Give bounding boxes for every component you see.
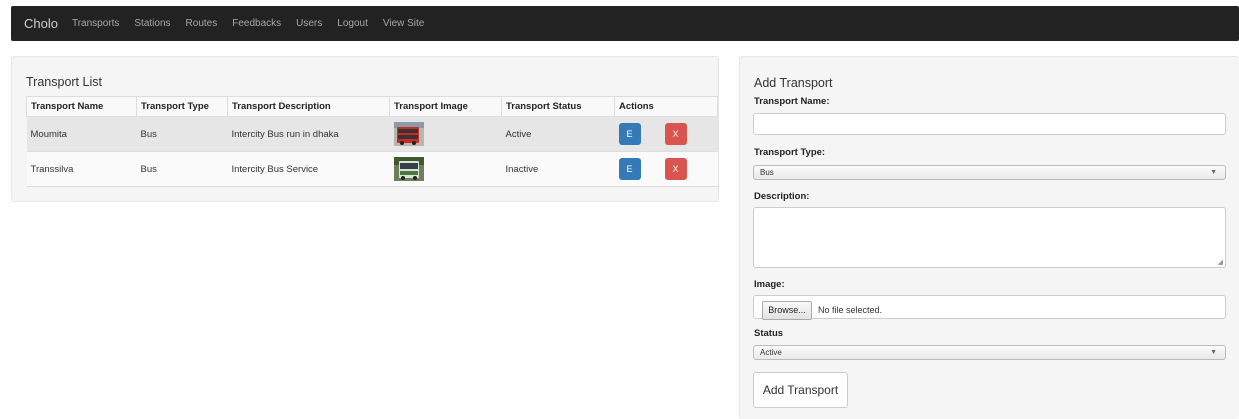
edit-button[interactable]: E bbox=[618, 158, 641, 180]
transport-table: Transport Name Transport Type Transport … bbox=[26, 96, 718, 187]
table-row: Transsilva Bus Intercity Bus Service Ina… bbox=[26, 151, 718, 187]
green-bus-photo-icon bbox=[393, 157, 424, 181]
add-transport-panel: Add Transport Transport Name: Transport … bbox=[739, 56, 1239, 419]
nav-logout[interactable]: Logout bbox=[337, 18, 368, 29]
top-navbar: Cholo Transports Stations Routes Feedbac… bbox=[11, 6, 1239, 41]
transport-list-title: Transport List bbox=[26, 75, 102, 89]
col-actions: Actions bbox=[614, 96, 718, 117]
nav-routes[interactable]: Routes bbox=[186, 18, 218, 29]
cell-type: Bus bbox=[136, 116, 228, 152]
transport-type-select[interactable]: Bus ▼ bbox=[753, 165, 1226, 180]
nav-transports[interactable]: Transports bbox=[72, 18, 119, 29]
nav-feedbacks[interactable]: Feedbacks bbox=[232, 18, 281, 29]
resize-handle-icon[interactable]: ◢ bbox=[1218, 258, 1223, 266]
transport-name-input[interactable] bbox=[753, 113, 1226, 135]
image-file-input: Browse... No file selected. bbox=[753, 295, 1226, 320]
image-label: Image: bbox=[754, 279, 785, 290]
nav-users[interactable]: Users bbox=[296, 18, 322, 29]
nav-stations[interactable]: Stations bbox=[134, 18, 170, 29]
cell-image bbox=[389, 151, 502, 187]
description-label: Description: bbox=[754, 191, 810, 202]
cell-actions: EX bbox=[614, 151, 718, 187]
status-select[interactable]: Active ▼ bbox=[753, 345, 1226, 360]
delete-button[interactable]: X bbox=[664, 123, 687, 145]
transport-type-value: Bus bbox=[760, 168, 774, 177]
table-header-row: Transport Name Transport Type Transport … bbox=[26, 96, 718, 117]
col-transport-name: Transport Name bbox=[26, 96, 137, 117]
add-transport-button[interactable]: Add Transport bbox=[753, 372, 848, 408]
cell-type: Bus bbox=[136, 151, 228, 187]
chevron-down-icon: ▼ bbox=[1210, 169, 1217, 176]
chevron-down-icon: ▼ bbox=[1210, 349, 1217, 356]
cell-description: Intercity Bus run in dhaka bbox=[227, 116, 390, 152]
cell-status: Inactive bbox=[501, 151, 615, 187]
col-transport-status: Transport Status bbox=[501, 96, 615, 117]
cell-description: Intercity Bus Service bbox=[227, 151, 390, 187]
description-textarea[interactable]: ◢ bbox=[753, 207, 1226, 268]
cell-name: Moumita bbox=[26, 116, 137, 152]
table-row: Moumita Bus Intercity Bus run in dhaka A… bbox=[26, 116, 718, 152]
edit-button[interactable]: E bbox=[618, 123, 641, 145]
browse-button[interactable]: Browse... bbox=[762, 301, 812, 320]
col-transport-image: Transport Image bbox=[389, 96, 502, 117]
red-bus-photo-icon bbox=[393, 122, 424, 146]
cell-image bbox=[389, 116, 502, 152]
file-status-text: No file selected. bbox=[818, 305, 883, 315]
add-transport-title: Add Transport bbox=[754, 76, 833, 90]
transport-name-label: Transport Name: bbox=[754, 96, 830, 107]
status-label: Status bbox=[754, 328, 784, 339]
cell-status: Active bbox=[501, 116, 615, 152]
transport-list-panel: Transport List Transport Name Transport … bbox=[11, 56, 719, 202]
cell-actions: EX bbox=[614, 116, 718, 152]
delete-button[interactable]: X bbox=[664, 158, 687, 180]
status-value: Active bbox=[760, 348, 782, 357]
brand-link[interactable]: Cholo bbox=[24, 16, 58, 31]
col-transport-type: Transport Type bbox=[136, 96, 228, 117]
nav-view-site[interactable]: View Site bbox=[383, 18, 425, 29]
transport-type-label: Transport Type: bbox=[754, 147, 826, 158]
cell-name: Transsilva bbox=[26, 151, 137, 187]
col-transport-description: Transport Description bbox=[227, 96, 390, 117]
